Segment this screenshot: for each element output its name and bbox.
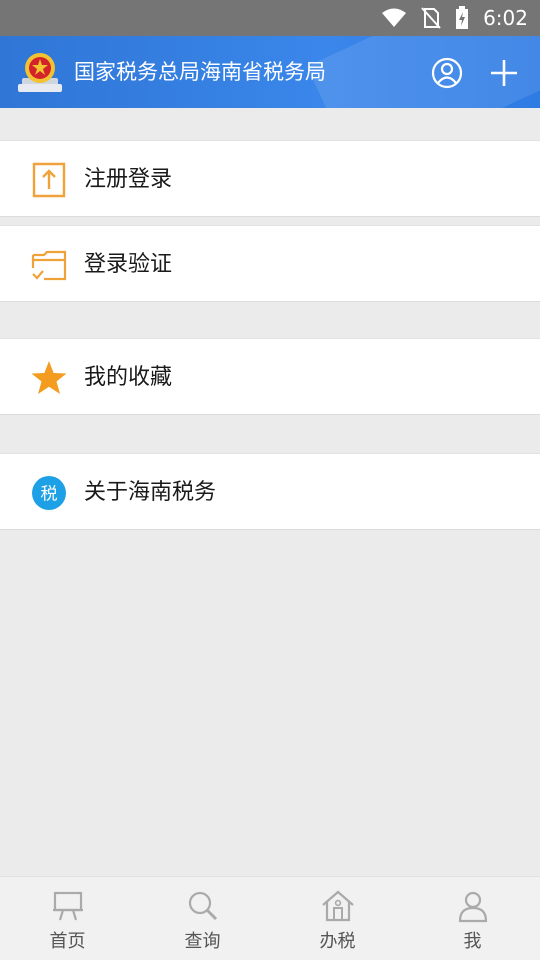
menu-item-label: 登录验证 — [84, 252, 173, 277]
nav-label: 我 — [463, 931, 482, 952]
menu-item-label: 我的收藏 — [84, 365, 173, 390]
menu-item-login-verify[interactable]: 登录验证 — [0, 225, 540, 302]
nav-query[interactable]: 查询 — [135, 877, 270, 960]
star-icon — [31, 361, 67, 394]
status-bar: 6:02 — [0, 0, 540, 36]
no-sim-icon — [421, 7, 441, 29]
page-title: 国家税务总局海南省税务局 — [74, 60, 326, 84]
menu-item-register-login[interactable]: 注册登录 — [0, 140, 540, 217]
home-board-icon — [52, 891, 83, 921]
nav-label: 办税 — [319, 931, 356, 952]
menu-item-label: 关于海南税务 — [84, 480, 217, 505]
app-header: 国家税务总局海南省税务局 — [0, 36, 540, 108]
nav-home[interactable]: 首页 — [0, 877, 135, 960]
house-icon — [321, 890, 354, 922]
svg-text:税: 税 — [41, 485, 58, 505]
folder-check-icon — [31, 250, 67, 281]
menu-item-favorites[interactable]: 我的收藏 — [0, 338, 540, 415]
upload-icon — [32, 162, 66, 198]
menu-item-about[interactable]: 税 关于海南税务 — [0, 453, 540, 530]
menu-item-label: 注册登录 — [84, 167, 173, 192]
bottom-nav: 首页 查询 办税 我 — [0, 876, 540, 960]
nav-label: 首页 — [49, 931, 86, 952]
tax-emblem-icon — [18, 53, 62, 92]
clock: 6:02 — [483, 6, 528, 30]
nav-tax[interactable]: 办税 — [270, 877, 405, 960]
add-icon[interactable] — [487, 56, 521, 90]
nav-me[interactable]: 我 — [405, 877, 540, 960]
tax-badge-icon: 税 — [32, 476, 66, 510]
search-icon — [188, 891, 217, 921]
wifi-icon — [382, 8, 407, 27]
nav-label: 查询 — [184, 931, 221, 952]
user-account-icon[interactable] — [430, 56, 464, 90]
battery-charging-icon — [456, 6, 469, 29]
person-icon — [458, 891, 487, 923]
